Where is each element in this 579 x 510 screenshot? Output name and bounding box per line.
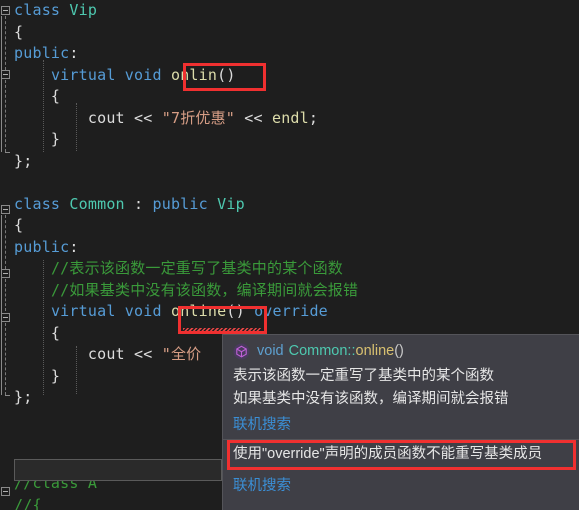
code-token: void (124, 65, 162, 84)
code-line[interactable] (0, 172, 579, 194)
code-token: void (124, 302, 162, 320)
code-token: Vip (69, 1, 98, 19)
code-line[interactable]: { (0, 86, 579, 108)
code-token: : (124, 194, 153, 213)
code-token: onlin (170, 65, 218, 84)
tooltip-signature-row: void Common:: online () (223, 339, 579, 363)
code-token: virtual (50, 65, 116, 84)
code-line[interactable]: { (0, 22, 579, 44)
code-token: public (14, 237, 70, 256)
code-token: cout (87, 345, 125, 363)
code-token: } (14, 366, 61, 385)
code-token: //{ (14, 495, 42, 510)
code-token: () (226, 302, 245, 320)
code-token: class (14, 1, 61, 19)
code-token: : (69, 237, 79, 256)
code-token: Common (69, 194, 125, 213)
code-token: { (14, 87, 61, 105)
code-token: cout (87, 108, 125, 127)
tooltip-method-parens: () (394, 343, 404, 359)
code-token: ; (308, 108, 319, 127)
code-token: << (124, 345, 162, 363)
code-line[interactable]: }; (0, 151, 579, 173)
tooltip-method-name: online (355, 343, 395, 359)
code-token: class (14, 194, 61, 213)
code-token: online (170, 302, 227, 320)
screenshot-root: class Vip{public: virtual void onlin() {… (0, 0, 579, 510)
code-token: public (152, 194, 208, 213)
online-search-link-2[interactable]: 联机搜索 (223, 474, 301, 496)
code-token: { (14, 323, 61, 342)
code-line[interactable]: public: (0, 237, 579, 259)
code-line[interactable]: class Common : public Vip (0, 194, 579, 216)
code-line[interactable]: virtual void online() override (0, 301, 579, 323)
code-token: endl (271, 108, 309, 127)
code-token: "7折优惠" (161, 108, 236, 127)
online-search-link-1[interactable]: 联机搜索 (223, 413, 301, 435)
code-line[interactable]: //如果基类中没有该函数，编译期间就会报错 (0, 280, 579, 302)
tooltip-error-message: 使用"override"声明的成员函数不能重写基类成员 (233, 446, 543, 462)
code-token: << (235, 108, 272, 127)
code-token: { (14, 216, 24, 234)
code-line[interactable]: virtual void onlin() (0, 65, 579, 87)
code-token: //如果基类中没有该函数，编译期间就会报错 (50, 280, 359, 299)
tooltip-scope: Common:: (288, 343, 356, 359)
code-token: override (254, 302, 328, 320)
code-line[interactable]: //表示该函数一定重写了基类中的某个函数 (0, 258, 579, 280)
code-token: : (69, 44, 79, 62)
method-cube-icon (233, 343, 250, 360)
current-line-highlight[interactable] (14, 459, 222, 481)
code-token: public (14, 44, 70, 62)
code-token: //表示该函数一定重写了基类中的某个函数 (50, 259, 344, 277)
intellisense-tooltip: void Common:: online () 表示该函数一定重写了基类中的某个… (222, 334, 579, 510)
code-token: virtual (50, 302, 116, 320)
code-line[interactable]: } (0, 129, 579, 151)
code-line[interactable]: class Vip (0, 0, 579, 22)
code-token: }; (14, 388, 33, 406)
code-token: "全价 (161, 345, 202, 363)
code-line[interactable]: cout << "7折优惠" << endl; (0, 108, 579, 130)
code-line[interactable]: public: (0, 43, 579, 65)
code-token: }; (14, 151, 33, 170)
error-squiggle-underline (183, 328, 261, 332)
code-token: () (217, 65, 236, 84)
tooltip-description-line-1: 表示该函数一定重写了基类中的某个函数 (233, 368, 494, 384)
code-token: << (124, 108, 162, 127)
code-line[interactable]: { (0, 215, 579, 237)
code-token: { (14, 22, 24, 41)
code-token: Vip (217, 194, 245, 213)
tooltip-return-type: void (257, 343, 284, 359)
code-token: } (14, 130, 61, 148)
tooltip-description-line-2: 如果基类中没有该函数，编译期间就会报错 (233, 391, 509, 407)
